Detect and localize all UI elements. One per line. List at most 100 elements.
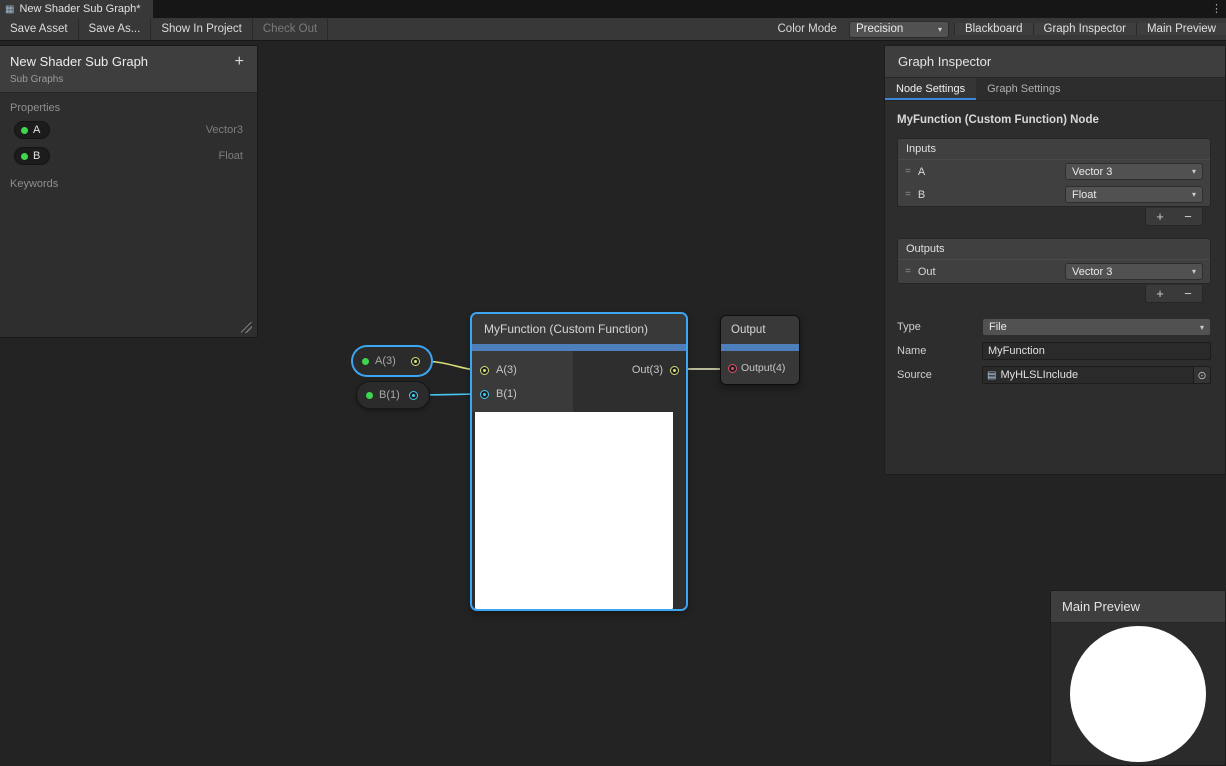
save-asset-button[interactable]: Save Asset (0, 18, 79, 40)
chevron-down-icon: ▾ (1200, 323, 1204, 332)
property-name: A (33, 124, 40, 136)
graph-inspector-title[interactable]: Graph Inspector (885, 46, 1225, 78)
inputs-group: Inputs = A Vector 3 ▾ = B Float ▾ (897, 138, 1211, 207)
property-node-b[interactable]: B(1) (356, 381, 430, 409)
type-label: Type (897, 321, 982, 333)
input-name: B (918, 189, 925, 201)
output-ports: Out(3) (573, 351, 686, 412)
property-node-label: B(1) (379, 389, 400, 401)
window-tab-bar: ▦ New Shader Sub Graph* ⋮ (0, 0, 1226, 18)
source-object-field[interactable]: ▤ MyHLSLInclude ⊙ (982, 366, 1211, 384)
property-pill-a[interactable]: A (14, 121, 50, 139)
custom-function-node[interactable]: MyFunction (Custom Function) A(3) B(1) O… (471, 313, 687, 610)
input-type-value: Vector 3 (1072, 166, 1112, 178)
output-port-row[interactable]: Out(3) (624, 358, 686, 382)
output-row[interactable]: = Out Vector 3 ▾ (898, 260, 1210, 283)
preview-sphere (1070, 626, 1206, 762)
input-row[interactable]: = A Vector 3 ▾ (898, 160, 1210, 183)
add-input-button[interactable]: + (1146, 208, 1174, 225)
output-node-input-port[interactable] (728, 364, 737, 373)
output-node-port-row[interactable]: Output(4) (721, 351, 799, 375)
main-preview-viewport[interactable] (1051, 623, 1225, 766)
color-mode-dropdown[interactable]: Precision ▾ (849, 21, 949, 38)
object-picker-icon[interactable]: ⊙ (1193, 367, 1210, 383)
property-exposed-dot (366, 392, 373, 399)
tab-graph-settings[interactable]: Graph Settings (976, 78, 1071, 100)
tab-title: New Shader Sub Graph* (19, 3, 140, 15)
save-as-button[interactable]: Save As... (79, 18, 152, 40)
name-label: Name (897, 345, 982, 357)
input-ports: A(3) B(1) (472, 351, 573, 412)
output-type-value: Vector 3 (1072, 266, 1112, 278)
chevron-down-icon: ▾ (1192, 190, 1196, 199)
file-icon: ▤ (987, 370, 996, 381)
chevron-down-icon: ▾ (1192, 267, 1196, 276)
graph-toolbar: Save Asset Save As... Show In Project Ch… (0, 18, 1226, 41)
input-port-row[interactable]: B(1) (472, 382, 573, 406)
shader-graph-icon: ▦ (5, 4, 14, 15)
main-preview-title[interactable]: Main Preview (1051, 591, 1225, 623)
type-dropdown[interactable]: File ▾ (982, 318, 1211, 336)
resize-handle-icon[interactable] (241, 322, 252, 333)
output-port-out[interactable] (670, 366, 679, 375)
blackboard-header[interactable]: New Shader Sub Graph Sub Graphs + (0, 46, 257, 93)
asset-tab[interactable]: ▦ New Shader Sub Graph* (0, 0, 153, 18)
property-type: Float (219, 150, 243, 162)
color-mode-value: Precision (856, 23, 903, 35)
output-name: Out (918, 266, 936, 278)
type-value: File (989, 321, 1007, 333)
tab-node-settings[interactable]: Node Settings (885, 78, 976, 100)
drag-handle-icon[interactable]: = (905, 166, 911, 177)
outputs-group-title: Outputs (898, 239, 1210, 260)
blackboard-property-row[interactable]: B Float (0, 143, 257, 169)
node-title[interactable]: Output (721, 316, 799, 344)
output-node[interactable]: Output Output(4) (720, 315, 800, 385)
source-field-row: Source ▤ MyHLSLInclude ⊙ (885, 363, 1225, 387)
source-label: Source (897, 369, 982, 381)
outputs-list-footer: + − (1145, 285, 1203, 303)
input-type-dropdown[interactable]: Float ▾ (1065, 186, 1203, 203)
property-exposed-dot (362, 358, 369, 365)
input-type-dropdown[interactable]: Vector 3 ▾ (1065, 163, 1203, 180)
property-exposed-dot (21, 153, 28, 160)
main-preview-toggle-button[interactable]: Main Preview (1136, 23, 1226, 35)
add-output-button[interactable]: + (1146, 285, 1174, 302)
node-title[interactable]: MyFunction (Custom Function) (472, 314, 686, 344)
input-port-b[interactable] (480, 390, 489, 399)
blackboard-toggle-button[interactable]: Blackboard (954, 23, 1033, 35)
outputs-group: Outputs = Out Vector 3 ▾ (897, 238, 1211, 284)
remove-output-button[interactable]: − (1174, 285, 1202, 302)
remove-input-button[interactable]: − (1174, 208, 1202, 225)
graph-inspector-panel: Graph Inspector Node Settings Graph Sett… (884, 45, 1226, 475)
inputs-group-title: Inputs (898, 139, 1210, 160)
output-port-label: Out(3) (632, 364, 663, 376)
graph-inspector-toggle-button[interactable]: Graph Inspector (1033, 23, 1136, 35)
property-b-output-port[interactable] (409, 391, 418, 400)
show-in-project-button[interactable]: Show In Project (151, 18, 253, 40)
property-type: Vector3 (206, 124, 243, 136)
property-pill-b[interactable]: B (14, 147, 50, 165)
precision-accent-bar (721, 344, 799, 351)
property-a-output-port[interactable] (411, 357, 420, 366)
add-property-button[interactable]: + (235, 53, 244, 71)
blackboard-property-row[interactable]: A Vector3 (0, 117, 257, 143)
drag-handle-icon[interactable]: = (905, 189, 911, 200)
chevron-down-icon: ▾ (1192, 167, 1196, 176)
window-menu-icon[interactable]: ⋮ (1211, 2, 1221, 15)
drag-handle-icon[interactable]: = (905, 266, 911, 277)
property-node-a[interactable]: A(3) (352, 346, 432, 376)
node-port-area: A(3) B(1) Out(3) (472, 351, 686, 412)
color-mode-label: Color Mode (771, 23, 844, 35)
check-out-button: Check Out (253, 18, 328, 40)
input-row[interactable]: = B Float ▾ (898, 183, 1210, 206)
node-preview[interactable] (475, 412, 673, 610)
inspector-tabs: Node Settings Graph Settings (885, 78, 1225, 101)
blackboard-panel: New Shader Sub Graph Sub Graphs + Proper… (0, 45, 258, 338)
name-field[interactable] (982, 342, 1211, 360)
property-exposed-dot (21, 127, 28, 134)
output-type-dropdown[interactable]: Vector 3 ▾ (1065, 263, 1203, 280)
main-preview-panel: Main Preview (1050, 590, 1226, 766)
selected-node-heading: MyFunction (Custom Function) Node (885, 101, 1225, 138)
input-port-row[interactable]: A(3) (472, 358, 573, 382)
input-port-a[interactable] (480, 366, 489, 375)
